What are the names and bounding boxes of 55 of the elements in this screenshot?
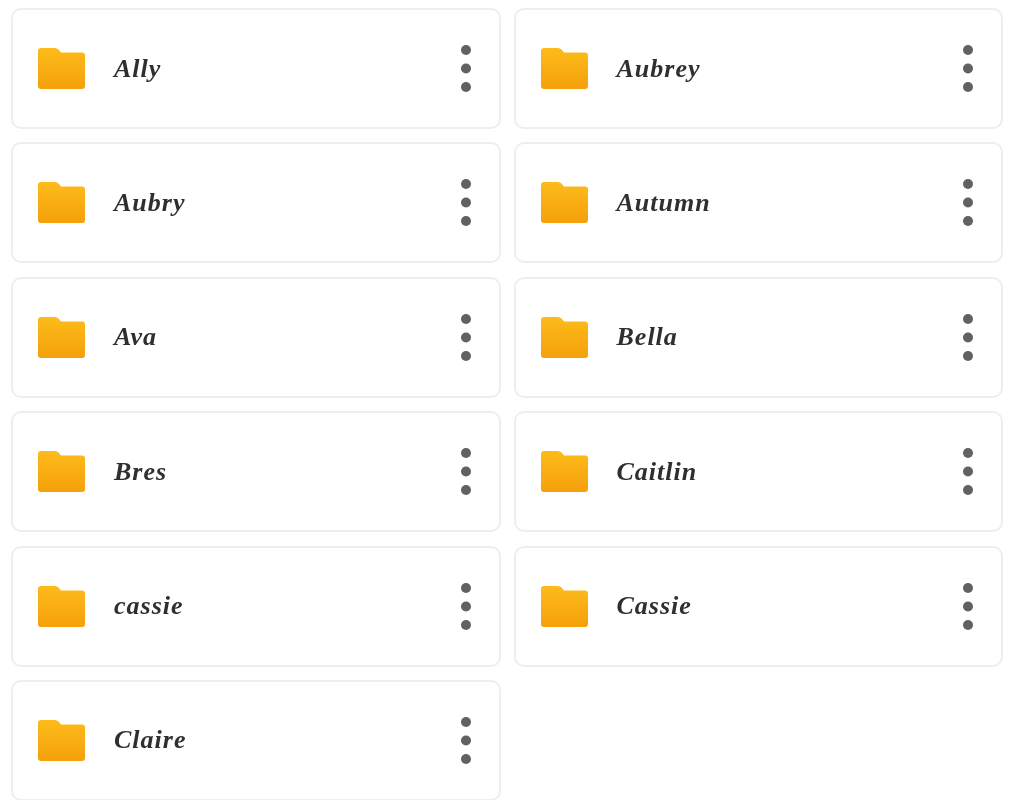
folder-card[interactable]: Caitlin: [513, 411, 1003, 533]
kebab-menu-icon: [460, 45, 471, 92]
kebab-menu-icon: [460, 313, 471, 361]
more-options-button[interactable]: [963, 179, 973, 227]
more-options-button[interactable]: [963, 448, 973, 496]
more-options-button[interactable]: [460, 45, 471, 92]
folder-icon: [38, 182, 85, 224]
folder-name: Bella: [616, 324, 679, 351]
folder-icon: [38, 316, 85, 358]
kebab-menu-icon: [963, 448, 973, 496]
folder-name: Bres: [114, 458, 169, 485]
folder-card[interactable]: cassie: [11, 545, 501, 667]
folder-icon: [540, 585, 588, 627]
folder-card[interactable]: Cassie: [513, 545, 1003, 667]
folder-name: Ally: [114, 55, 163, 82]
kebab-menu-icon: [460, 448, 471, 496]
kebab-menu-icon: [460, 582, 471, 630]
folder-card[interactable]: Autumn: [513, 142, 1003, 264]
folder-icon: [38, 48, 85, 89]
more-options-button[interactable]: [963, 582, 973, 630]
folder-name: Autumn: [616, 189, 712, 216]
folder-card[interactable]: Aubrey: [513, 8, 1003, 129]
folder-name: cassie: [114, 593, 185, 620]
folder-icon: [540, 316, 588, 358]
folder-name: Aubry: [114, 189, 187, 216]
folder-name: Ava: [114, 324, 158, 351]
folder-card[interactable]: Claire: [11, 679, 501, 800]
folder-card[interactable]: Bres: [11, 411, 501, 533]
more-options-button[interactable]: [460, 448, 471, 496]
kebab-menu-icon: [963, 313, 973, 361]
folder-name: Claire: [114, 727, 188, 754]
kebab-menu-icon: [963, 45, 973, 92]
folder-card[interactable]: Aubry: [11, 142, 501, 264]
folder-card[interactable]: Bella: [513, 276, 1003, 398]
folder-card[interactable]: Ava: [11, 276, 501, 398]
more-options-button[interactable]: [460, 716, 471, 764]
more-options-button[interactable]: [963, 45, 973, 92]
folder-card[interactable]: Ally: [11, 8, 501, 129]
more-options-button[interactable]: [460, 179, 471, 227]
folder-icon: [38, 451, 85, 493]
more-options-button[interactable]: [963, 313, 973, 361]
folder-icon: [540, 48, 588, 89]
folder-icon: [38, 719, 85, 761]
folder-name: Aubrey: [616, 55, 702, 82]
folder-icon: [38, 585, 85, 627]
kebab-menu-icon: [460, 716, 471, 764]
kebab-menu-icon: [460, 179, 471, 227]
kebab-menu-icon: [963, 582, 973, 630]
folder-icon: [540, 451, 588, 493]
folder-name: Cassie: [616, 593, 693, 620]
folder-icon: [540, 182, 588, 224]
more-options-button[interactable]: [460, 313, 471, 361]
folder-name: Caitlin: [616, 458, 699, 485]
kebab-menu-icon: [963, 179, 973, 227]
more-options-button[interactable]: [460, 582, 471, 630]
